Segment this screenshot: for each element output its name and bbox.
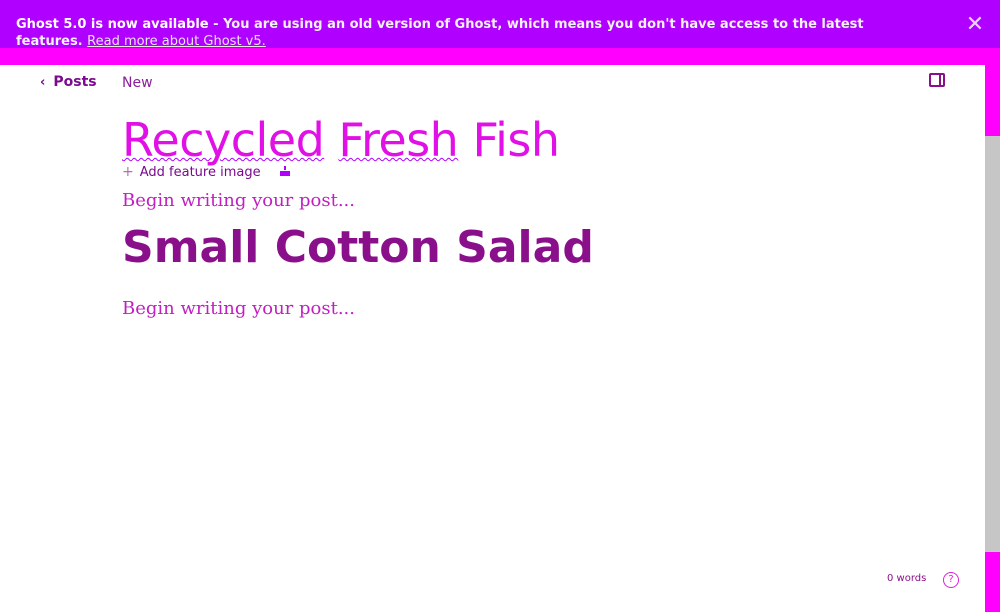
scrollbar[interactable] (985, 65, 1000, 612)
add-feature-image-button[interactable]: + Add feature image (122, 164, 261, 180)
banner-link[interactable]: Read more about Ghost v5. (87, 34, 266, 49)
word-count: 0 words (887, 573, 927, 584)
plus-icon: + (122, 164, 134, 180)
post-body-placeholder-2[interactable]: Begin writing your post... (122, 297, 355, 321)
image-upload-icon[interactable] (279, 165, 291, 177)
title-word-2: Fresh (338, 113, 459, 167)
banner-strip (0, 48, 1000, 65)
help-icon[interactable]: ? (943, 572, 959, 588)
title-word-1: Recycled (122, 113, 325, 167)
chevron-left-icon: ‹ (40, 74, 46, 90)
feature-image-label: Add feature image (139, 164, 261, 180)
title-word-3: Fish (472, 113, 560, 167)
post-status: New (122, 75, 153, 91)
close-icon[interactable]: ✕ (964, 14, 986, 36)
update-banner: Ghost 5.0 is now available - You are usi… (0, 0, 1000, 65)
post-title[interactable]: Recycled Fresh Fish (122, 112, 560, 168)
scrollbar-bottom[interactable] (985, 552, 1000, 612)
post-heading[interactable]: Small Cotton Salad (122, 220, 594, 276)
back-label: Posts (53, 74, 97, 90)
editor-topbar: ‹ Posts New (0, 65, 984, 105)
back-to-posts-button[interactable]: ‹ Posts (40, 74, 97, 90)
sidebar-toggle-icon[interactable] (929, 73, 945, 87)
scrollbar-thumb[interactable] (985, 65, 1000, 136)
banner-title: Ghost 5.0 is now available (16, 17, 209, 32)
banner-message: Ghost 5.0 is now available - You are usi… (16, 16, 916, 50)
post-body-placeholder[interactable]: Begin writing your post... (122, 189, 355, 213)
